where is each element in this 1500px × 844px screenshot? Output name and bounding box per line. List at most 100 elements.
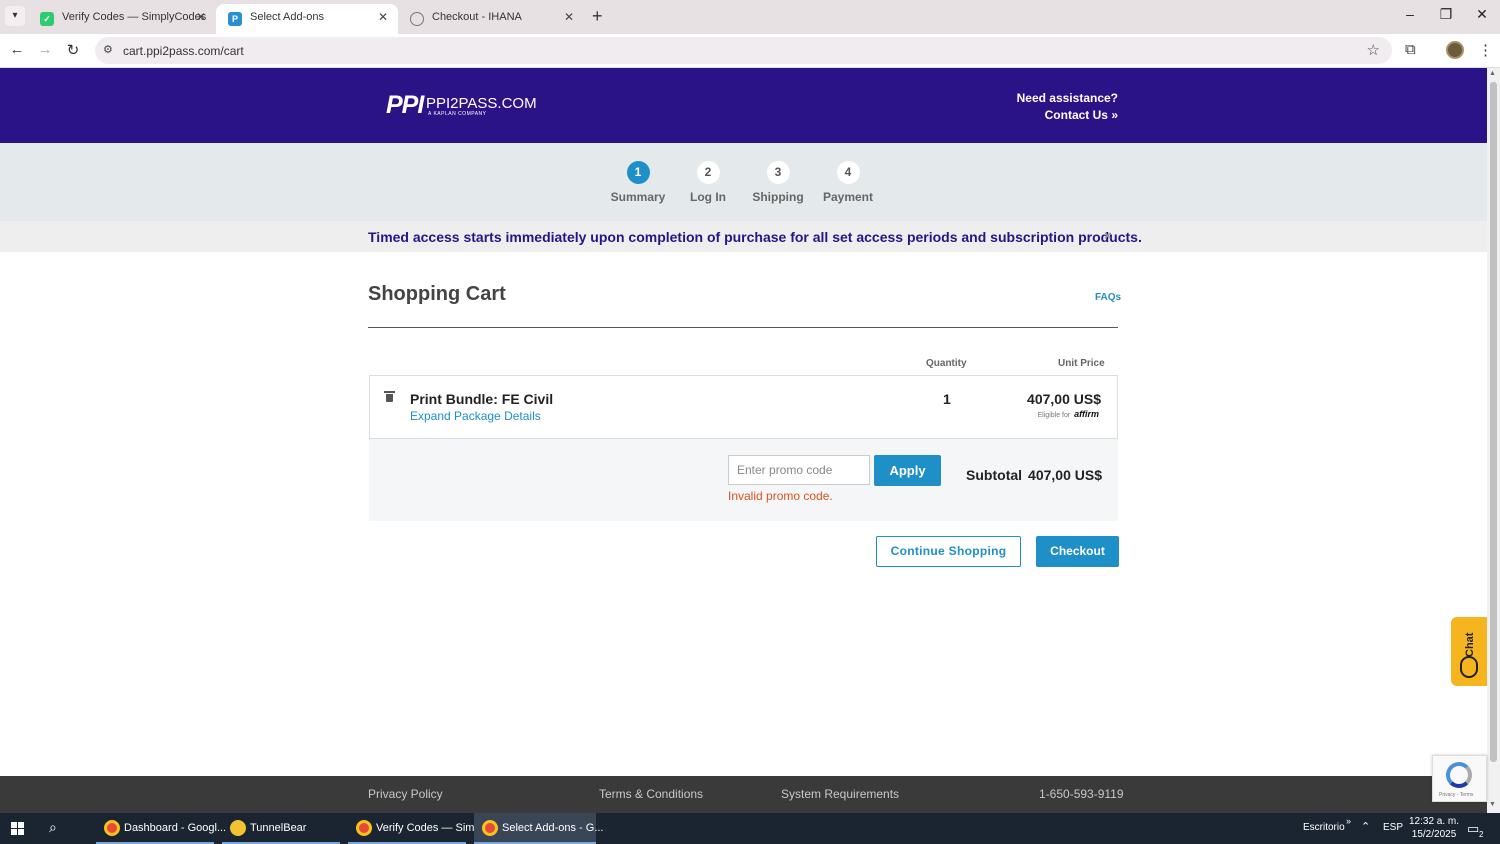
search-icon[interactable]: ⌕	[49, 819, 57, 836]
windows-start-icon[interactable]	[11, 822, 24, 835]
step-shipping[interactable]: 3 Shipping	[738, 161, 818, 204]
ppi2pass-logo[interactable]: PPI PPI2PASS.COM A KAPLAN COMPANY	[386, 91, 537, 120]
taskbar-item-verify-codes[interactable]: Verify Codes — Sim...	[348, 813, 484, 844]
taskbar-item-label: Select Add-ons - G...	[502, 822, 604, 834]
taskbar-item-tunnelbear[interactable]: TunnelBear	[222, 813, 340, 844]
trash-icon[interactable]	[384, 391, 395, 402]
minimize-icon[interactable]: –	[1400, 6, 1420, 22]
restore-icon[interactable]: ❐	[1436, 6, 1456, 23]
terms-conditions-link[interactable]: Terms & Conditions	[599, 787, 703, 801]
promo-code-input[interactable]	[728, 455, 870, 485]
contact-us-link[interactable]: Contact Us »	[1017, 107, 1118, 124]
tray-up-chevron-icon[interactable]: ⌃	[1361, 820, 1370, 833]
taskbar-item-label: Dashboard - Googl...	[124, 822, 227, 834]
taskbar-item-select-addons[interactable]: Select Add-ons - G...	[474, 813, 604, 844]
extensions-puzzle-icon[interactable]: ⧉	[1405, 41, 1416, 58]
double-chevron-icon[interactable]: »	[1346, 816, 1351, 826]
reload-icon[interactable]: ↻	[63, 41, 83, 59]
chat-widget-button[interactable]: Chat	[1451, 617, 1487, 686]
privacy-policy-link[interactable]: Privacy Policy	[368, 787, 443, 801]
subtotal-value: 407,00 US$	[1028, 467, 1102, 483]
scroll-down-arrow-icon[interactable]: ▼	[1489, 801, 1496, 808]
browser-tab-select-addons[interactable]: P Select Add-ons ✕	[216, 4, 398, 34]
tab-list-chevron-icon[interactable]: ▾	[5, 6, 25, 26]
scrollbar-thumb[interactable]	[1490, 82, 1497, 762]
title-divider	[368, 327, 1118, 328]
simplycodes-favicon-icon: ✓	[40, 12, 54, 26]
system-clock[interactable]: 12:32 a. m. 15/2/2025	[1409, 815, 1459, 841]
faqs-link[interactable]: FAQs	[1095, 292, 1121, 303]
bookmark-star-icon[interactable]: ☆	[1367, 41, 1380, 59]
item-quantity: 1	[943, 391, 951, 407]
item-unit-price: 407,00 US$	[1027, 391, 1101, 407]
step-number: 2	[696, 161, 720, 184]
apply-promo-button[interactable]: Apply	[874, 455, 941, 486]
taskbar-item-label: TunnelBear	[250, 822, 307, 834]
close-tab-icon[interactable]: ✕	[378, 10, 388, 24]
forward-arrow-icon[interactable]: →	[35, 41, 55, 58]
close-tab-icon[interactable]: ✕	[196, 10, 206, 24]
notice-close-icon[interactable]: ×	[1104, 228, 1112, 243]
chat-label: Chat	[1464, 632, 1476, 657]
browser-menu-icon[interactable]: ⋮	[1478, 41, 1493, 59]
system-requirements-link[interactable]: System Requirements	[781, 787, 899, 801]
back-arrow-icon[interactable]: ←	[7, 41, 27, 58]
scroll-up-arrow-icon[interactable]: ▲	[1489, 70, 1496, 77]
chrome-icon	[356, 820, 372, 836]
step-number: 4	[836, 161, 860, 184]
address-bar[interactable]: ⚙ cart.ppi2pass.com/cart ☆	[95, 37, 1392, 64]
tunnelbear-icon	[230, 820, 246, 836]
step-number: 3	[766, 161, 790, 184]
close-tab-icon[interactable]: ✕	[564, 10, 574, 24]
step-number: 1	[626, 161, 650, 184]
quantity-column-header: Quantity	[926, 358, 967, 369]
affirm-eligibility[interactable]: Eligible for affirm	[1038, 409, 1099, 419]
close-window-icon[interactable]: ✕	[1472, 6, 1492, 23]
step-login[interactable]: 2 Log In	[668, 161, 748, 204]
step-summary[interactable]: 1 Summary	[598, 161, 678, 204]
clock-date: 15/2/2025	[1411, 829, 1457, 840]
notice-text: Timed access starts immediately upon com…	[368, 229, 1142, 245]
tab-title: Select Add-ons	[250, 11, 324, 23]
windows-taskbar: ⌕ Dashboard - Googl... TunnelBear Verify…	[0, 813, 1500, 844]
unit-price-column-header: Unit Price	[1058, 358, 1105, 369]
browser-tab-checkout[interactable]: Checkout - IHANA ✕	[398, 4, 584, 34]
language-indicator[interactable]: ESP	[1383, 822, 1403, 833]
notification-count: 2	[1479, 830, 1484, 839]
promo-section: Apply Invalid promo code. Subtotal 407,00…	[369, 439, 1118, 521]
logo-subtext: A KAPLAN COMPANY	[428, 111, 487, 117]
chrome-icon	[482, 820, 498, 836]
step-payment[interactable]: 4 Payment	[808, 161, 888, 204]
continue-shopping-button[interactable]: Continue Shopping	[876, 536, 1021, 567]
ppi-favicon-icon: P	[228, 12, 242, 26]
page-title: Shopping Cart	[368, 283, 506, 305]
site-info-icon[interactable]: ⚙	[103, 43, 113, 56]
profile-avatar[interactable]	[1446, 41, 1464, 59]
subtotal-label: Subtotal	[966, 467, 1023, 483]
assistance-title: Need assistance?	[1016, 91, 1118, 105]
site-footer: Privacy Policy Terms & Conditions System…	[0, 776, 1487, 813]
browser-tab-simplycodes[interactable]: ✓ Verify Codes — SimplyCodes ✕	[28, 4, 216, 34]
cart-item-row: Print Bundle: FE Civil Expand Package De…	[369, 375, 1118, 439]
subtotal: Subtotal 407,00 US$	[966, 467, 1102, 483]
checkout-button[interactable]: Checkout	[1036, 536, 1119, 567]
tab-title: Checkout - IHANA	[432, 11, 522, 23]
page-scrollbar[interactable]: ▲ ▼	[1487, 68, 1500, 813]
affirm-prefix: Eligible for	[1037, 412, 1071, 419]
affirm-logo: affirm	[1074, 409, 1099, 419]
chat-bubble-icon	[1460, 656, 1478, 678]
step-label: Shipping	[752, 190, 804, 204]
promo-error-message: Invalid promo code.	[728, 489, 833, 503]
taskbar-item-dashboard[interactable]: Dashboard - Googl...	[96, 813, 226, 844]
recaptcha-links[interactable]: Privacy - Terms	[1439, 792, 1473, 798]
expand-package-details-link[interactable]: Expand Package Details	[410, 409, 541, 423]
desktop-toolbar[interactable]: Escritorio	[1303, 822, 1345, 833]
url-text[interactable]: cart.ppi2pass.com/cart	[123, 44, 244, 58]
notification-center-icon[interactable]: ▭	[1467, 821, 1479, 837]
item-name: Print Bundle: FE Civil	[410, 391, 554, 407]
phone-number: 1-650-593-9119	[1039, 787, 1124, 801]
new-tab-plus-icon[interactable]: +	[592, 6, 603, 26]
globe-favicon-icon	[410, 12, 424, 26]
logo-text: PPI2PASS.COM	[426, 95, 537, 112]
recaptcha-badge[interactable]: Privacy - Terms	[1432, 755, 1487, 802]
